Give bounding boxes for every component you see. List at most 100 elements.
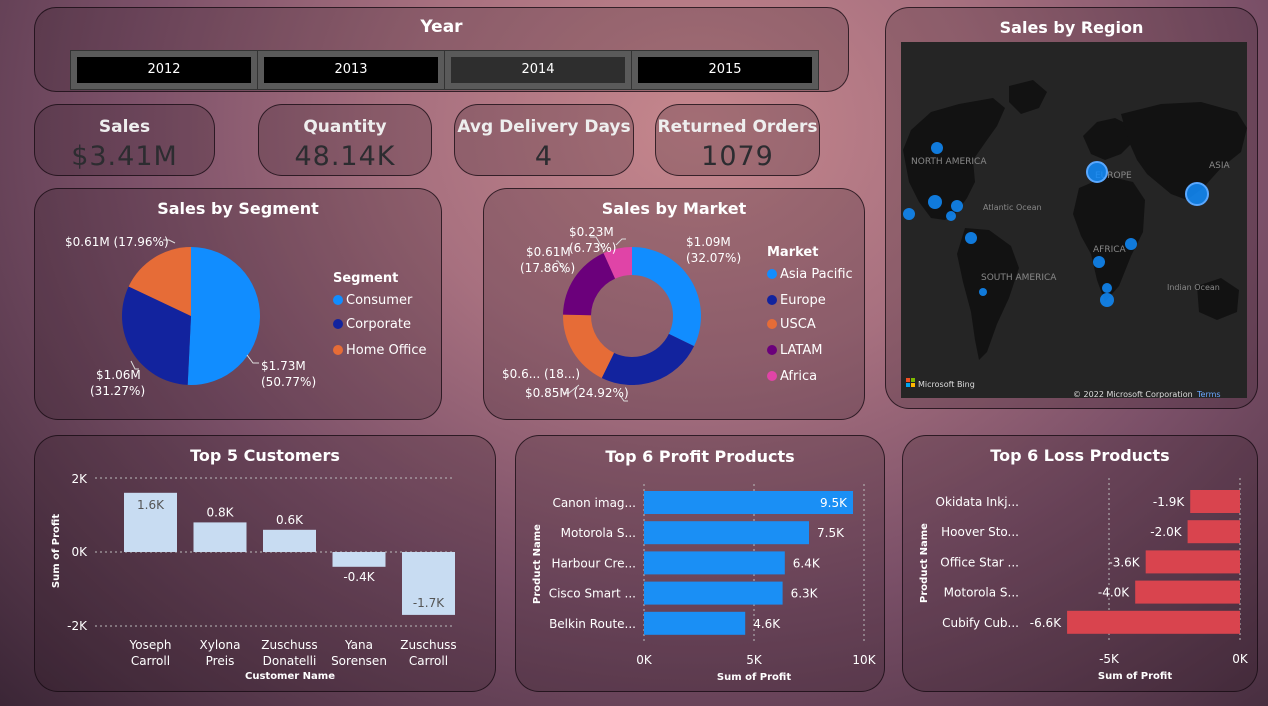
segment-pie-chart[interactable]: $0.61M (17.96%) $1.06M (31.27%) $1.73M (… bbox=[35, 219, 325, 419]
customer-bar[interactable] bbox=[193, 522, 247, 552]
customers-y-axis-title: Sum of Profit bbox=[51, 514, 62, 588]
profit-bar[interactable] bbox=[644, 581, 783, 605]
profit-category-label: Canon imag... bbox=[552, 496, 636, 510]
profit-bar[interactable] bbox=[644, 521, 809, 545]
legend-dot-icon bbox=[333, 345, 343, 355]
sales-by-market-title: Sales by Market bbox=[601, 199, 747, 218]
market-data-label: $1.09M bbox=[686, 235, 731, 249]
legend-item-usca[interactable]: USCA bbox=[767, 317, 816, 332]
profit-x-tick: 10K bbox=[852, 653, 876, 667]
top-customers-panel: Top 5 Customers Sum of Profit 2K 0K -2K … bbox=[34, 435, 496, 692]
legend-dot-icon bbox=[767, 269, 777, 279]
year-button-2012[interactable]: 2012 bbox=[70, 50, 258, 90]
kpi-label: Returned Orders bbox=[657, 117, 818, 137]
customers-y-tick: -2K bbox=[67, 619, 88, 633]
segment-data-label: (31.27%) bbox=[90, 384, 145, 398]
map-bubble[interactable] bbox=[1086, 161, 1108, 183]
customer-category-label: Zuschuss bbox=[261, 638, 317, 652]
top-customers-chart[interactable]: Sum of Profit 2K 0K -2K 1.6K Yoseph Carrol… bbox=[35, 436, 495, 691]
profit-x-tick: 0K bbox=[636, 653, 653, 667]
map-bubble[interactable] bbox=[903, 208, 915, 220]
map-label-south-america: SOUTH AMERICA bbox=[981, 273, 1057, 283]
legend-item-home-office[interactable]: Home Office bbox=[333, 343, 426, 358]
kpi-card-quantity: Quantity 48.14K bbox=[258, 104, 432, 176]
top-profit-products-panel: Top 6 Profit Products Product Name Canon… bbox=[515, 435, 885, 692]
market-data-label: $0.61M bbox=[526, 245, 571, 259]
map-bubble[interactable] bbox=[946, 211, 956, 221]
loss-bar[interactable] bbox=[1135, 580, 1240, 604]
map-bubble[interactable] bbox=[928, 195, 942, 209]
loss-bar[interactable] bbox=[1190, 490, 1240, 513]
profit-bar[interactable] bbox=[644, 611, 746, 635]
customers-bars[interactable]: 1.6K Yoseph Carroll 0.8K Xylona Preis 0.6K Zusc… bbox=[124, 492, 457, 668]
top-loss-products-chart[interactable]: Product Name -1.9K Okidata Inkj... -2.0K Ho… bbox=[903, 436, 1257, 691]
customer-category-label: Donatelli bbox=[263, 654, 317, 668]
market-legend-title: Market bbox=[767, 245, 819, 260]
customer-category-label: Sorensen bbox=[331, 654, 387, 668]
map-bubble[interactable] bbox=[979, 288, 987, 296]
pie-slice-consumer[interactable] bbox=[187, 247, 260, 385]
customer-category-label: Yoseph bbox=[129, 638, 172, 652]
loss-bars[interactable]: -1.9K Okidata Inkj... -2.0K Hoover Sto... -3… bbox=[936, 490, 1240, 634]
customer-value-label: -0.4K bbox=[343, 570, 375, 584]
profit-y-axis-title: Product Name bbox=[532, 524, 543, 604]
legend-dot-icon bbox=[333, 319, 343, 329]
map-bubble[interactable] bbox=[931, 142, 943, 154]
loss-bar[interactable] bbox=[1187, 520, 1240, 544]
customer-category-label: Xylona bbox=[200, 638, 241, 652]
map-bubble[interactable] bbox=[1102, 283, 1112, 293]
legend-item-consumer[interactable]: Consumer bbox=[333, 293, 412, 308]
customers-y-tick: 0K bbox=[71, 545, 88, 559]
map-label-indian: Indian Ocean bbox=[1167, 283, 1220, 292]
customer-value-label: -1.7K bbox=[413, 596, 445, 610]
map-bubble[interactable] bbox=[1093, 256, 1105, 268]
donut-slice-europe[interactable] bbox=[601, 333, 695, 385]
loss-x-tick: -5K bbox=[1099, 652, 1120, 666]
year-button-label: 2013 bbox=[264, 57, 438, 83]
map-bubble[interactable] bbox=[965, 232, 977, 244]
legend-dot-icon bbox=[767, 371, 777, 381]
segment-data-label: $1.73M bbox=[261, 359, 306, 373]
year-button-2015[interactable]: 2015 bbox=[631, 50, 819, 90]
legend-label: LATAM bbox=[780, 343, 823, 358]
map-bubble[interactable] bbox=[951, 200, 963, 212]
customers-x-axis-title: Customer Name bbox=[245, 671, 335, 682]
customer-bar[interactable] bbox=[263, 529, 316, 552]
legend-item-africa[interactable]: Africa bbox=[767, 369, 817, 384]
legend-dot-icon bbox=[767, 295, 777, 305]
legend-item-corporate[interactable]: Corporate bbox=[333, 317, 411, 332]
map-bubble[interactable] bbox=[1185, 182, 1209, 206]
world-map[interactable]: NORTH AMERICA Atlantic Ocean SOUTH AMERI… bbox=[901, 42, 1247, 398]
profit-category-label: Cisco Smart ... bbox=[549, 587, 636, 601]
legend-item-asia-pacific[interactable]: Asia Pacific bbox=[767, 267, 853, 282]
map-terms-link[interactable]: Terms bbox=[1196, 390, 1221, 398]
profit-value-label: 9.5K bbox=[820, 496, 848, 510]
year-button-label: 2014 bbox=[451, 57, 625, 83]
map-label-africa: AFRICA bbox=[1093, 245, 1127, 255]
market-donut-chart[interactable]: $1.09M (32.07%) $0.23M (6.73%) $0.61M (1… bbox=[484, 219, 754, 419]
profit-bars[interactable]: Canon imag... 9.5K Motorola S... 7.5K Harbou… bbox=[549, 491, 853, 635]
legend-item-europe[interactable]: Europe bbox=[767, 293, 826, 308]
profit-bar[interactable] bbox=[644, 551, 785, 575]
map-bubble[interactable] bbox=[1125, 238, 1137, 250]
market-donut-slices[interactable] bbox=[563, 247, 701, 385]
legend-dot-icon bbox=[767, 345, 777, 355]
legend-label: Consumer bbox=[346, 293, 413, 308]
customer-bar[interactable] bbox=[332, 552, 386, 567]
legend-label: Home Office bbox=[346, 343, 427, 358]
legend-label: Asia Pacific bbox=[780, 267, 853, 282]
segment-pie-slices[interactable] bbox=[121, 247, 260, 385]
year-button-label: 2012 bbox=[77, 57, 251, 83]
legend-item-latam[interactable]: LATAM bbox=[767, 343, 822, 358]
market-data-label: $0.6... (18...) bbox=[502, 367, 580, 381]
map-label-atlantic: Atlantic Ocean bbox=[983, 203, 1042, 212]
year-button-2013[interactable]: 2013 bbox=[257, 50, 445, 90]
loss-y-axis-title: Product Name bbox=[919, 523, 930, 603]
loss-bar[interactable] bbox=[1145, 550, 1240, 574]
map-bubble[interactable] bbox=[1100, 293, 1114, 307]
loss-value-label: -2.0K bbox=[1150, 525, 1182, 539]
year-button-2014[interactable]: 2014 bbox=[444, 50, 632, 90]
profit-category-label: Belkin Route... bbox=[549, 617, 636, 631]
loss-bar[interactable] bbox=[1067, 610, 1240, 634]
top-profit-products-chart[interactable]: Product Name Canon imag... 9.5K Motorola S… bbox=[516, 436, 884, 691]
